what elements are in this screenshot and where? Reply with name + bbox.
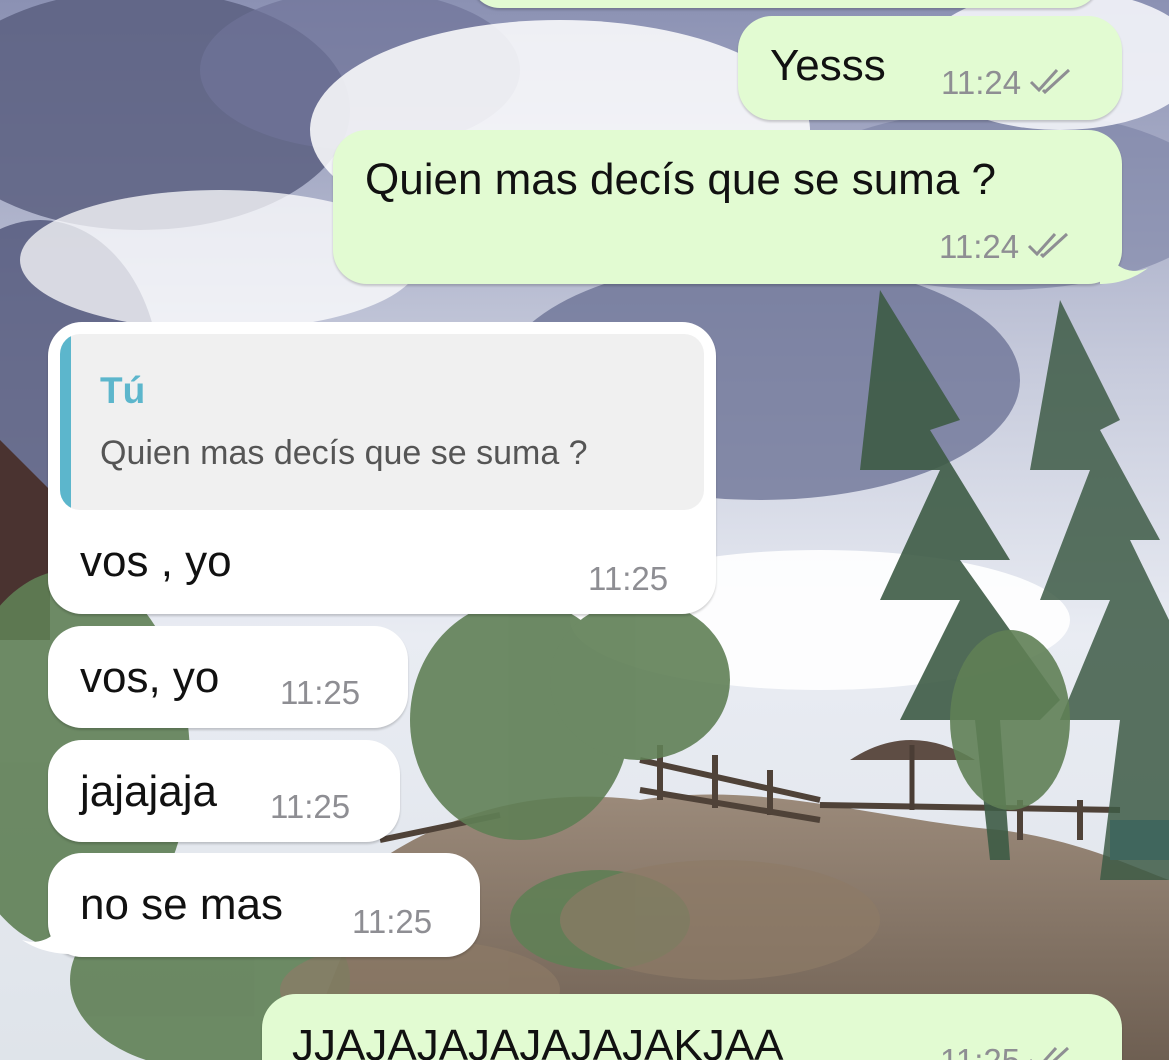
message-bubble-outgoing[interactable]: JJAJAJAJAJAJAJAKJAA 11:25 <box>262 994 1122 1060</box>
message-meta: 11:24 <box>941 66 1071 99</box>
quoted-message[interactable]: Tú Quien mas decís que se suma ? <box>60 334 704 510</box>
message-meta: 11:24 <box>939 230 1069 263</box>
message-text: no se mas <box>80 880 283 929</box>
bubble-tail <box>1100 238 1148 284</box>
message-text: vos, yo <box>80 653 220 702</box>
message-time: 11:24 <box>941 64 1022 101</box>
message-time: 11:25 <box>280 674 361 711</box>
message-time: 11:24 <box>939 228 1020 265</box>
message-time: 11:25 <box>940 1044 1020 1060</box>
message-text: vos , yo <box>80 537 232 586</box>
double-check-icon <box>1027 230 1069 263</box>
message-bubble-incoming[interactable]: jajajaja 11:25 <box>48 740 400 842</box>
message-text: Quien mas decís que se suma ? <box>365 155 996 204</box>
double-check-icon <box>1029 66 1071 99</box>
quote-text: Quien mas decís que se suma ? <box>100 434 588 472</box>
message-bubble-incoming-reply[interactable]: Tú Quien mas decís que se suma ? vos , y… <box>48 322 716 614</box>
bubble-tail <box>22 908 70 954</box>
message-time: 11:25 <box>352 903 433 940</box>
message-bubble-incoming[interactable]: no se mas 11:25 <box>48 853 480 957</box>
quote-accent-bar <box>60 334 71 510</box>
message-text: Yesss <box>770 41 886 90</box>
message-time: 11:25 <box>588 560 669 597</box>
quote-author: Tú <box>100 370 146 411</box>
message-meta: 11:25 <box>588 562 668 595</box>
message-meta: 11:25 <box>270 790 350 823</box>
message-meta: 11:25 <box>280 676 360 709</box>
message-bubble-outgoing[interactable]: Yesss 11:24 <box>738 16 1122 120</box>
message-text: JJAJAJAJAJAJAJAKJAA <box>292 1021 784 1060</box>
message-bubble-outgoing[interactable]: Quien mas decís que se suma ? 11:24 <box>333 130 1122 284</box>
message-time: 11:25 <box>270 788 351 825</box>
message-bubble-partial <box>470 0 1100 8</box>
message-meta: 11:25 <box>940 1044 1070 1060</box>
double-check-icon <box>1028 1044 1070 1060</box>
message-meta: 11:25 <box>352 905 432 938</box>
message-bubble-incoming[interactable]: vos, yo 11:25 <box>48 626 408 728</box>
message-text: jajajaja <box>80 767 217 816</box>
